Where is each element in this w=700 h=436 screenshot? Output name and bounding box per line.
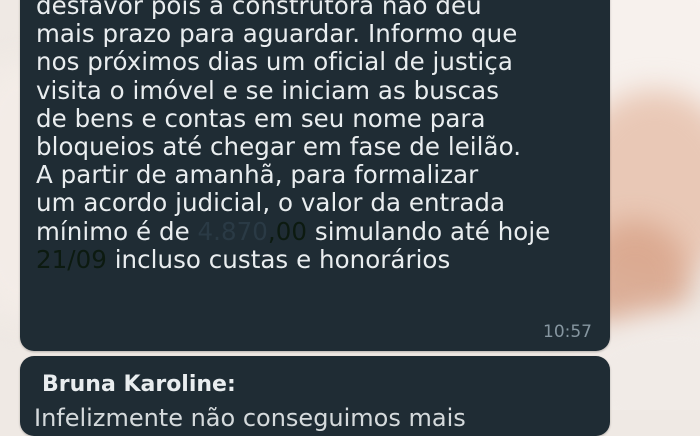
message-line: um acordo judicial, o valor da entrada [36,188,506,218]
message-line: mais prazo para aguardar. Informo que [36,19,518,49]
deadline-date: 21/09 [36,244,107,274]
entry-amount-cents: ,00 [267,216,308,246]
message-line: bloqueios até chegar em fase de leilão. [36,132,522,162]
sender-name: Bruna Karoline: [42,372,236,397]
message-line: desfavor pois a construtora não deu [36,0,482,20]
message-line-prefix: mínimo é de [36,216,198,246]
message-line: A partir de amanhã, para formalizar [36,160,479,190]
message-timestamp: 10:57 [543,322,592,342]
message-line: visita o imóvel e se iniciam as buscas [36,75,500,105]
entry-amount: 4.870 [197,216,268,246]
message-preview-text: Infelizmente não conseguimos mais [34,404,466,432]
message-line-rest: simulando até hoje [307,216,551,246]
message-bubble[interactable]: Bruna Karoline: Infelizmente não consegu… [20,356,610,436]
message-bubble[interactable]: desfavor pois a construtora não deu mais… [20,0,610,351]
message-line-rest: incluso custas e honorários [106,244,451,274]
message-text: desfavor pois a construtora não deu mais… [36,0,606,274]
message-line: de bens e contas em seu nome para [36,103,486,133]
message-line: nos próximos dias um oficial de justiça [36,47,513,77]
